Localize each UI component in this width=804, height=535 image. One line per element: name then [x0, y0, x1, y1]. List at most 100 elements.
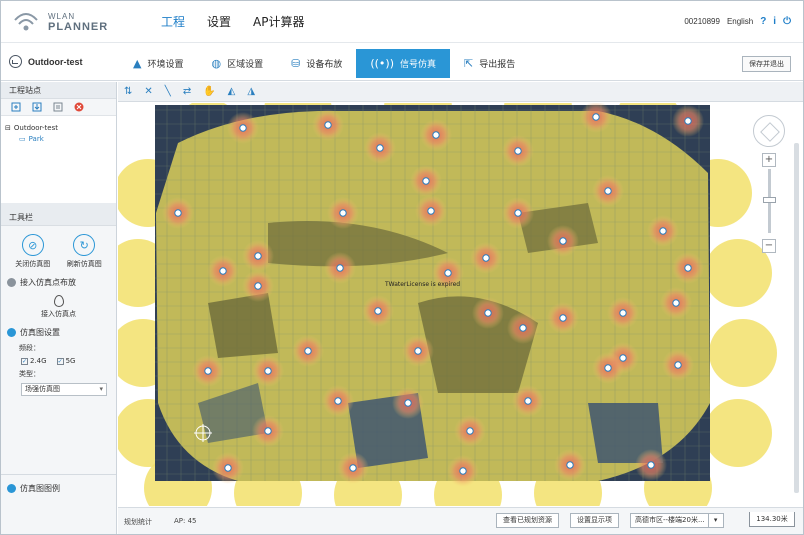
ap-marker-icon[interactable] [432, 131, 440, 139]
access-section-label: 接入仿真点布放 [20, 278, 76, 287]
ap-marker-icon[interactable] [647, 461, 655, 469]
band-5-checkbox[interactable]: ✓ 5G [56, 357, 75, 365]
tab-export[interactable]: ⇱ 导出报告 [450, 49, 529, 78]
zoom-out-button[interactable]: − [762, 239, 776, 253]
workflow-tabs: ▲ 环境设置 ◍ 区域设置 ⛁ 设备布放 ((•)) 信号仿真 ⇱ 导出报告 [119, 49, 529, 78]
ap-marker-icon[interactable] [466, 427, 474, 435]
ap-marker-icon[interactable] [604, 187, 612, 195]
cross-tool-icon[interactable]: ✕ [144, 86, 152, 97]
ap-marker-icon[interactable] [254, 282, 262, 290]
import-icon[interactable] [32, 102, 42, 112]
ap-marker-icon[interactable] [349, 464, 357, 472]
coverage-blob [709, 319, 777, 387]
ap-marker-icon[interactable] [254, 252, 262, 260]
access-point-tool[interactable]: 接入仿真点 [1, 291, 116, 319]
globe-icon: ◍ [211, 57, 222, 70]
ap-marker-icon[interactable] [404, 399, 412, 407]
tab-device[interactable]: ⛁ 设备布放 [277, 49, 356, 78]
refresh-icon: ↻ [73, 234, 96, 256]
ap-marker-icon[interactable] [559, 314, 567, 322]
tab-label: 环境设置 [147, 60, 184, 70]
help-icon[interactable]: ? [760, 16, 766, 27]
ap-marker-icon[interactable] [324, 121, 332, 129]
ap-marker-icon[interactable] [559, 237, 567, 245]
map-canvas[interactable]: TWaterLicense is expired + − [118, 103, 803, 506]
ap-marker-icon[interactable] [239, 124, 247, 132]
back-icon[interactable] [9, 55, 22, 68]
save-exit-button[interactable]: 保存并退出 [742, 56, 791, 72]
ap-marker-icon[interactable] [604, 364, 612, 372]
zoom-in-button[interactable]: + [762, 153, 776, 167]
ap-marker-icon[interactable] [174, 209, 182, 217]
access-point-section[interactable]: 接入仿真点布放 [1, 269, 116, 291]
nav-project[interactable]: 工程 [161, 13, 185, 30]
ap-marker-icon[interactable] [376, 144, 384, 152]
legend-section[interactable]: 仿真图图例 [1, 474, 116, 497]
refresh-sim-label: 刷新仿真图 [66, 260, 102, 268]
ap-marker-icon[interactable] [334, 397, 342, 405]
ap-marker-icon[interactable] [684, 117, 692, 125]
nav-settings[interactable]: 设置 [207, 13, 231, 30]
ap-marker-icon[interactable] [519, 324, 527, 332]
ap-marker-icon[interactable] [592, 113, 600, 121]
band-24-checkbox[interactable]: ✓ 2.4G [21, 357, 47, 365]
view-resources-button[interactable]: 查看已规划资源 [496, 513, 559, 528]
ap-marker-icon[interactable] [514, 147, 522, 155]
display-settings-button[interactable]: 设置显示项 [570, 513, 619, 528]
ap-marker-icon[interactable] [672, 299, 680, 307]
close-simulation-button[interactable]: ⊘ 关闭仿真图 [15, 234, 50, 269]
ap-marker-icon[interactable] [659, 227, 667, 235]
ap-marker-icon[interactable] [427, 207, 435, 215]
ap-marker-icon[interactable] [482, 254, 490, 262]
zoom-slider-thumb[interactable] [762, 197, 776, 203]
pan-control[interactable] [753, 115, 785, 147]
ap-marker-icon[interactable] [219, 267, 227, 275]
redo-icon[interactable]: ⇄ [183, 86, 191, 97]
ap-marker-icon[interactable] [374, 307, 382, 315]
ap-marker-icon[interactable] [514, 209, 522, 217]
edit-icon[interactable] [53, 102, 63, 112]
flip-right-icon[interactable]: ◮ [247, 86, 255, 97]
vertical-scrollbar[interactable] [794, 143, 799, 493]
ap-marker-icon[interactable] [304, 347, 312, 355]
refresh-simulation-button[interactable]: ↻ 刷新仿真图 [67, 234, 102, 269]
ap-marker-icon[interactable] [204, 367, 212, 375]
tree-root[interactable]: ⊟ Outdoor-test [5, 122, 112, 133]
delete-icon[interactable] [74, 102, 84, 112]
ap-marker-icon[interactable] [444, 269, 452, 277]
ap-marker-icon[interactable] [414, 347, 422, 355]
ap-marker-icon[interactable] [422, 177, 430, 185]
ap-marker-icon[interactable] [619, 309, 627, 317]
ap-marker-icon[interactable] [264, 367, 272, 375]
tab-area[interactable]: ◍ 区域设置 [197, 49, 277, 78]
add-site-icon[interactable] [11, 102, 21, 112]
band-24-label: 2.4G [30, 357, 47, 365]
ap-marker-icon[interactable] [484, 309, 492, 317]
ap-marker-icon[interactable] [339, 209, 347, 217]
tab-environment[interactable]: ▲ 环境设置 [119, 49, 197, 78]
sort-icon[interactable]: ⇅ [124, 86, 132, 97]
ap-marker-icon[interactable] [264, 427, 272, 435]
legend-header[interactable]: 仿真图图例 [1, 475, 116, 497]
ap-marker-icon[interactable] [336, 264, 344, 272]
nav-ap-calculator[interactable]: AP计算器 [253, 13, 304, 30]
ap-marker-icon[interactable] [684, 264, 692, 272]
tab-signal-simulation[interactable]: ((•)) 信号仿真 [356, 49, 451, 78]
sim-settings-section[interactable]: 仿真图设置 [1, 319, 116, 341]
language-switch[interactable]: English [727, 17, 753, 26]
zoom-slider[interactable] [762, 169, 776, 233]
map-source-select[interactable]: 高德市区--楼端20米... [630, 513, 724, 528]
sim-type-select[interactable]: 场强仿真图 [21, 383, 107, 396]
ap-marker-icon[interactable] [459, 467, 467, 475]
ap-marker-icon[interactable] [524, 397, 532, 405]
tree-child-park[interactable]: ▭ Park [5, 133, 112, 144]
ap-marker-icon[interactable] [674, 361, 682, 369]
info-icon[interactable]: i [773, 16, 776, 27]
ruler-icon[interactable]: ╲ [165, 86, 171, 97]
ap-marker-icon[interactable] [224, 464, 232, 472]
flip-left-icon[interactable]: ◭ [228, 86, 236, 97]
power-icon[interactable]: ⏻ [783, 16, 791, 27]
hand-pan-icon[interactable]: ✋ [203, 86, 215, 97]
ap-count: AP: 45 [174, 517, 197, 525]
ap-marker-icon[interactable] [566, 461, 574, 469]
